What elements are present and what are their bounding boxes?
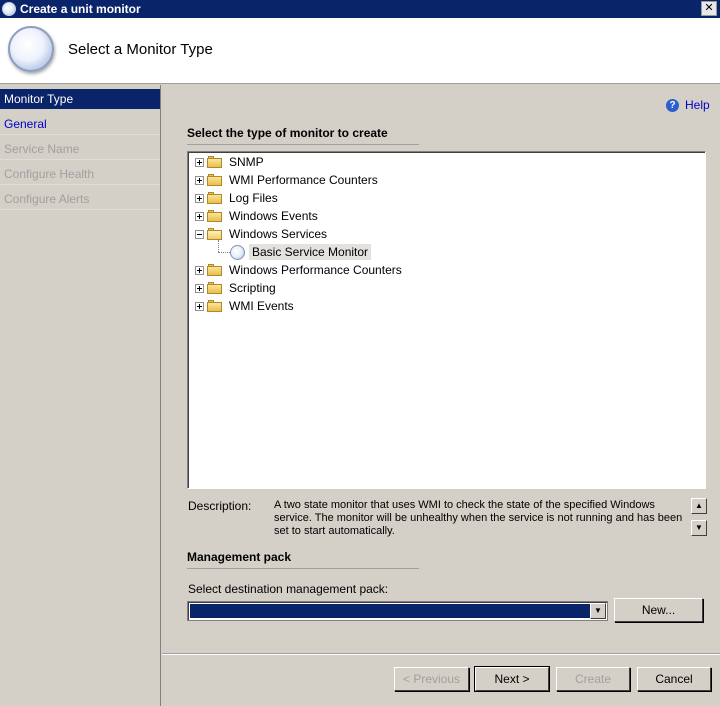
page-title: Select a Monitor Type xyxy=(68,41,213,58)
management-pack-select[interactable]: ▼ xyxy=(187,601,608,621)
tree-node-snmp[interactable]: SNMP xyxy=(195,153,264,171)
tree-connector xyxy=(218,252,230,253)
collapse-minus-icon[interactable] xyxy=(195,229,204,239)
expand-plus-icon[interactable] xyxy=(195,175,204,185)
tree-node-wmi-events[interactable]: WMI Events xyxy=(195,297,294,315)
expand-plus-icon[interactable] xyxy=(195,283,204,293)
previous-button[interactable]: < Previous xyxy=(394,667,469,691)
open-folder-icon xyxy=(207,228,223,240)
cancel-button[interactable]: Cancel xyxy=(637,667,711,691)
expand-plus-icon[interactable] xyxy=(195,301,204,311)
nav-item-configure-alerts: Configure Alerts xyxy=(4,192,90,206)
chevron-down-icon[interactable]: ▼ xyxy=(590,603,606,619)
tree-node-wmi-performance-counters[interactable]: WMI Performance Counters xyxy=(195,171,378,189)
help-link[interactable]: ? Help xyxy=(666,98,710,112)
folder-icon xyxy=(207,210,223,222)
monitor-globe-icon xyxy=(2,2,16,16)
folder-icon xyxy=(207,174,223,186)
title-bar: Create a unit monitor ✕ xyxy=(0,0,720,18)
folder-icon xyxy=(207,192,223,204)
expand-plus-icon[interactable] xyxy=(195,157,204,167)
management-pack-heading: Management pack xyxy=(187,550,292,564)
folder-icon xyxy=(207,264,223,276)
nav-divider xyxy=(0,184,160,185)
expand-plus-icon[interactable] xyxy=(195,211,204,221)
nav-item-configure-health: Configure Health xyxy=(4,167,95,181)
window-title: Create a unit monitor xyxy=(20,2,141,16)
footer-divider xyxy=(162,654,720,655)
heading-rule xyxy=(187,568,419,569)
scroll-up-button[interactable]: ▲ xyxy=(691,498,707,514)
globe-icon xyxy=(8,26,54,72)
nav-item-service-name: Service Name xyxy=(4,142,80,156)
description-text: A two state monitor that uses WMI to che… xyxy=(274,499,683,537)
close-button[interactable]: ✕ xyxy=(701,1,717,16)
tree-connector xyxy=(218,240,219,252)
nav-divider xyxy=(0,134,160,135)
help-icon: ? xyxy=(666,98,679,112)
nav-divider xyxy=(0,209,160,210)
scroll-down-button[interactable]: ▼ xyxy=(691,520,707,536)
help-label: Help xyxy=(685,98,710,112)
tree-node-log-files[interactable]: Log Files xyxy=(195,189,278,207)
folder-icon xyxy=(207,300,223,312)
nav-item-general[interactable]: General xyxy=(0,114,160,134)
description-label: Description: xyxy=(188,499,252,513)
wizard-nav: Monitor Type General Service Name Config… xyxy=(0,85,161,706)
create-button[interactable]: Create xyxy=(556,667,630,691)
destination-pack-label: Select destination management pack: xyxy=(188,582,389,596)
management-pack-selected-value xyxy=(190,604,590,618)
new-pack-button[interactable]: New... xyxy=(614,598,703,622)
folder-icon xyxy=(207,156,223,168)
heading-rule xyxy=(187,144,419,145)
wizard-header: Select a Monitor Type xyxy=(0,18,720,84)
tree-node-windows-performance-counters[interactable]: Windows Performance Counters xyxy=(195,261,402,279)
next-button[interactable]: Next > xyxy=(474,666,550,692)
tree-node-basic-service-monitor[interactable]: Basic Service Monitor xyxy=(230,243,372,261)
tree-node-windows-services[interactable]: Windows Services xyxy=(195,225,327,243)
tree-node-windows-events[interactable]: Windows Events xyxy=(195,207,318,225)
nav-item-monitor-type[interactable]: Monitor Type xyxy=(0,89,160,109)
folder-icon xyxy=(207,282,223,294)
expand-plus-icon[interactable] xyxy=(195,265,204,275)
monitor-globe-icon xyxy=(230,244,245,260)
tree-node-scripting[interactable]: Scripting xyxy=(195,279,276,297)
expand-plus-icon[interactable] xyxy=(195,193,204,203)
monitor-type-heading: Select the type of monitor to create xyxy=(187,126,388,140)
nav-divider xyxy=(0,159,160,160)
